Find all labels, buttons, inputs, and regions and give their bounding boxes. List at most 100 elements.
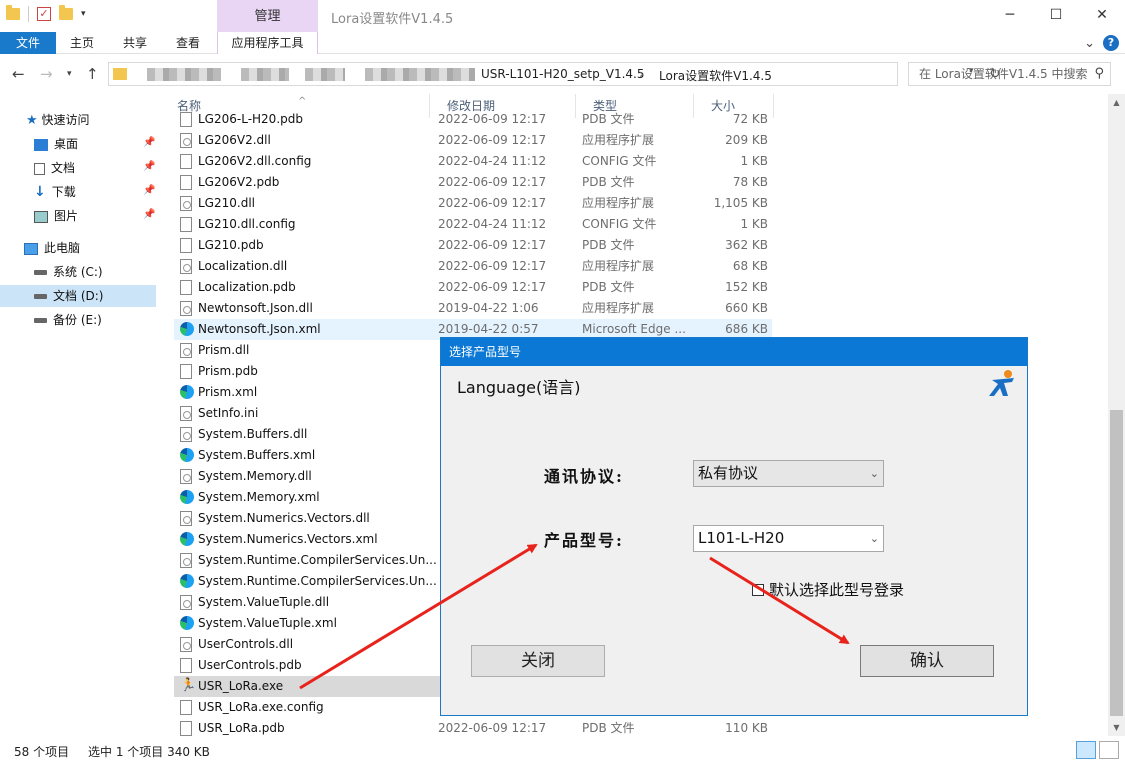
scrollbar-thumb[interactable] bbox=[1110, 410, 1123, 716]
nav-drive-d[interactable]: 文档 (D:) bbox=[0, 285, 156, 307]
up-arrow-icon[interactable]: ↑ bbox=[86, 65, 99, 83]
tab-file[interactable]: 文件 bbox=[0, 32, 56, 54]
chevron-down-icon: ⌄ bbox=[869, 467, 879, 480]
new-folder-icon[interactable] bbox=[59, 5, 73, 20]
minimize-button[interactable]: ─ bbox=[987, 0, 1033, 32]
nav-documents[interactable]: 文档 bbox=[34, 157, 75, 179]
dialog-title: 选择产品型号 bbox=[441, 338, 1027, 366]
forward-arrow-icon[interactable]: → bbox=[40, 65, 53, 83]
file-row[interactable]: LG206V2.dll.config 2022-04-24 11:12 CONFIG… bbox=[174, 151, 772, 172]
ribbon-tabs: 文件 主页 共享 查看 应用程序工具 ⌄ ? bbox=[0, 32, 1125, 54]
pin-icon[interactable]: 📌 bbox=[143, 161, 155, 172]
dll-file-icon bbox=[180, 133, 192, 148]
file-row[interactable]: LG210.pdb 2022-06-09 12:17 PDB 文件 362 KB bbox=[174, 235, 772, 256]
app-exe-icon: 🏃 bbox=[180, 678, 197, 693]
tab-home[interactable]: 主页 bbox=[62, 32, 102, 54]
quick-access-toolbar: ✓ ▾ bbox=[6, 5, 86, 22]
protocol-label: 通讯协议: bbox=[544, 467, 624, 486]
file-name: Prism.dll bbox=[198, 343, 250, 357]
file-name: Localization.dll bbox=[198, 259, 288, 273]
file-icon bbox=[180, 721, 192, 736]
file-row[interactable]: Newtonsoft.Json.dll 2019-04-22 1:06 应用程序扩展… bbox=[174, 298, 772, 319]
file-row[interactable]: USR_LoRa.pdb 2022-06-09 12:17 PDB 文件 110 KB bbox=[174, 718, 772, 736]
file-size: 1,105 KB bbox=[713, 196, 768, 210]
nav-drive-e[interactable]: 备份 (E:) bbox=[34, 309, 102, 331]
file-row[interactable]: LG206-L-H20.pdb 2022-06-09 12:17 PDB 文件 72 … bbox=[174, 109, 772, 130]
maximize-button[interactable]: ☐ bbox=[1033, 0, 1079, 32]
nav-desktop[interactable]: 桌面 bbox=[34, 133, 78, 155]
desktop-icon bbox=[34, 138, 48, 151]
pin-icon[interactable]: 📌 bbox=[143, 185, 155, 196]
file-row[interactable]: LG206V2.dll 2022-06-09 12:17 应用程序扩展 209 KB bbox=[174, 130, 772, 151]
file-icon bbox=[180, 280, 192, 295]
file-row[interactable]: LG210.dll.config 2022-04-24 11:12 CONFIG 文… bbox=[174, 214, 772, 235]
file-name: UserControls.pdb bbox=[198, 658, 302, 672]
protocol-select[interactable]: 私有协议 ⌄ bbox=[693, 460, 884, 487]
back-arrow-icon[interactable]: ← bbox=[12, 65, 25, 83]
scroll-down-icon[interactable]: ▼ bbox=[1108, 719, 1125, 736]
language-link[interactable]: Language(语言) bbox=[457, 374, 580, 398]
selection-info: 选中 1 个项目 340 KB bbox=[88, 745, 210, 759]
model-select[interactable]: L101-L-H20 ⌄ bbox=[693, 525, 884, 552]
tab-manage[interactable]: 管理 bbox=[217, 0, 318, 32]
file-date: 2022-06-09 12:17 bbox=[438, 280, 547, 294]
recent-locations-icon[interactable]: ▾ bbox=[67, 69, 72, 79]
large-icons-view-icon[interactable] bbox=[1099, 741, 1119, 759]
document-icon bbox=[34, 162, 45, 175]
help-icon[interactable]: ? bbox=[1103, 35, 1119, 51]
dll-file-icon bbox=[180, 301, 192, 316]
usr-logo-icon bbox=[989, 370, 1014, 396]
file-type: PDB 文件 bbox=[582, 112, 635, 126]
nav-quick-access[interactable]: ★ 快速访问 bbox=[26, 109, 90, 131]
pin-icon[interactable]: 📌 bbox=[143, 209, 155, 220]
file-date: 2022-06-09 12:17 bbox=[438, 196, 547, 210]
file-name: System.Memory.dll bbox=[198, 469, 312, 483]
navigation-pane: ★ 快速访问 桌面 📌 文档 📌 ↓ 下载 📌 图片 📌 此电脑 系统 (C:) … bbox=[0, 94, 160, 736]
close-button[interactable]: 关闭 bbox=[471, 645, 605, 677]
default-model-checkbox[interactable]: 默认选择此型号登录 bbox=[752, 579, 904, 600]
file-type: 应用程序扩展 bbox=[582, 259, 655, 273]
tab-view[interactable]: 查看 bbox=[168, 32, 208, 54]
file-type: 应用程序扩展 bbox=[582, 196, 655, 210]
search-icon[interactable]: ⚲ bbox=[1094, 63, 1104, 85]
vertical-scrollbar[interactable]: ▲ ▼ bbox=[1108, 94, 1125, 736]
nav-this-pc[interactable]: 此电脑 bbox=[24, 237, 80, 259]
checkbox-box[interactable] bbox=[752, 584, 764, 596]
file-size: 72 KB bbox=[732, 112, 768, 126]
item-count: 58 个项目 bbox=[14, 745, 70, 759]
folder-icon[interactable] bbox=[6, 5, 20, 20]
file-icon bbox=[180, 364, 192, 379]
file-name: USR_LoRa.pdb bbox=[198, 721, 285, 735]
file-type: CONFIG 文件 bbox=[582, 154, 657, 168]
file-row[interactable]: LG210.dll 2022-06-09 12:17 应用程序扩展 1,105 KB bbox=[174, 193, 772, 214]
file-size: 209 KB bbox=[725, 133, 768, 147]
scroll-up-icon[interactable]: ▲ bbox=[1108, 94, 1125, 111]
file-name: SetInfo.ini bbox=[198, 406, 259, 420]
file-row[interactable]: Localization.pdb 2022-06-09 12:17 PDB 文件 15… bbox=[174, 277, 772, 298]
properties-icon[interactable]: ✓ bbox=[37, 7, 51, 21]
file-row[interactable]: Localization.dll 2022-06-09 12:17 应用程序扩展 68… bbox=[174, 256, 772, 277]
details-view-icon[interactable] bbox=[1076, 741, 1096, 759]
tab-share[interactable]: 共享 bbox=[115, 32, 155, 54]
pin-icon[interactable]: 📌 bbox=[143, 137, 155, 148]
tab-app-tools[interactable]: 应用程序工具 bbox=[217, 32, 318, 54]
breadcrumb-setup-folder[interactable]: USR-L101-H20_setp_V1.4.5 bbox=[481, 67, 645, 81]
address-bar[interactable]: USR-L101-H20_setp_V1.4.5 › Lora设置软件V1.4.… bbox=[108, 62, 1001, 86]
file-date: 2019-04-22 1:06 bbox=[438, 301, 539, 315]
dll-file-icon bbox=[180, 427, 192, 442]
search-input[interactable]: 在 Lora设置软件V1.4.5 中搜索 ⚲ bbox=[908, 62, 1111, 86]
confirm-button[interactable]: 确认 bbox=[860, 645, 994, 677]
dll-file-icon bbox=[180, 196, 192, 211]
drive-icon bbox=[34, 294, 47, 299]
file-row[interactable]: LG206V2.pdb 2022-06-09 12:17 PDB 文件 78 KB bbox=[174, 172, 772, 193]
close-window-button[interactable]: ✕ bbox=[1079, 0, 1125, 32]
customize-toolbar-icon[interactable]: ▾ bbox=[81, 9, 86, 19]
computer-icon bbox=[24, 242, 38, 255]
ribbon-collapse-icon[interactable]: ⌄ bbox=[1084, 36, 1095, 51]
breadcrumb-current-folder[interactable]: Lora设置软件V1.4.5 bbox=[659, 67, 772, 84]
file-size: 152 KB bbox=[725, 280, 768, 294]
nav-pictures[interactable]: 图片 bbox=[34, 205, 78, 227]
nav-downloads[interactable]: ↓ 下载 bbox=[34, 181, 76, 203]
file-date: 2022-06-09 12:17 bbox=[438, 175, 547, 189]
nav-drive-c[interactable]: 系统 (C:) bbox=[34, 261, 103, 283]
